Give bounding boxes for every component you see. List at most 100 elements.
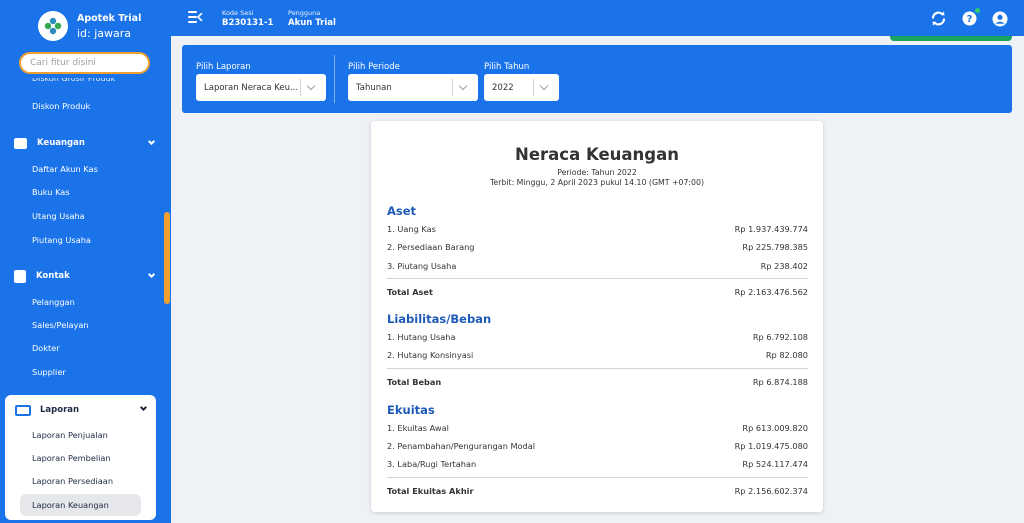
wallet-icon: [14, 137, 27, 149]
report-select-label: Pilih Laporan: [196, 62, 251, 72]
session-value: B230131-1: [222, 18, 274, 28]
sidebar-item-laporan-penjualan[interactable]: Laporan Penjualan: [20, 424, 141, 446]
row-label: 3. Laba/Rugi Tertahan: [387, 459, 477, 469]
sidebar-scrollbar[interactable]: [164, 212, 170, 304]
contact-icon: [14, 269, 26, 283]
sidebar-group-kontak[interactable]: Kontak: [14, 267, 156, 285]
row-label: 3. Piutang Usaha: [387, 261, 457, 271]
report-period: Periode: Tahun 2022: [557, 168, 637, 177]
row-value: Rp 1.937.439.774: [734, 224, 808, 234]
report-select[interactable]: Laporan Neraca Keu...: [196, 74, 326, 101]
total-value: Rp 2.163.476.562: [734, 287, 808, 297]
sidebar-item-sales-pelayan[interactable]: Sales/Pelayan: [32, 320, 89, 330]
section-title-ekuitas: Ekuitas: [387, 403, 435, 417]
report-row: 3. Laba/Rugi Tertahan Rp 524.117.474: [387, 459, 808, 471]
report-row: 2. Hutang Konsinyasi Rp 82.080: [387, 350, 808, 362]
session-label: Kode Sesi: [222, 9, 254, 17]
sidebar-item-laporan-pembelian[interactable]: Laporan Pembelian: [20, 447, 141, 469]
sidebar-item-laporan-persediaan[interactable]: Laporan Persediaan: [20, 470, 141, 492]
session-code: Kode Sesi B230131-1: [222, 9, 273, 28]
sidebar-group-laporan[interactable]: Laporan: [15, 402, 150, 418]
sidebar-item-diskon-produk[interactable]: Diskon Produk: [32, 101, 90, 111]
report-icon: [15, 404, 31, 416]
sidebar-group-laporan-panel: Laporan Laporan Penjualan Laporan Pembel…: [5, 395, 156, 520]
sidebar-item-laporan-keuangan[interactable]: Laporan Keuangan: [20, 494, 141, 516]
search-input[interactable]: [19, 52, 150, 74]
row-value: Rp 82.080: [765, 350, 808, 360]
year-select-label: Pilih Tahun: [484, 62, 530, 72]
divider: [387, 477, 808, 478]
sidebar-item-utang-usaha[interactable]: Utang Usaha: [32, 211, 85, 221]
row-value: Rp 225.798.385: [742, 242, 808, 252]
row-value: Rp 613.009.820: [742, 423, 808, 433]
sidebar-item-supplier[interactable]: Supplier: [32, 367, 66, 377]
report-select-value: Laporan Neraca Keu...: [204, 82, 299, 93]
divider: [387, 368, 808, 369]
report-total-row: Total Beban Rp 6.874.188: [387, 377, 808, 389]
report-title: Neraca Keuangan: [515, 145, 679, 164]
chevron-down-icon: [147, 137, 156, 146]
report-row: 2. Persediaan Barang Rp 225.798.385: [387, 242, 808, 254]
row-value: Rp 6.792.108: [752, 332, 808, 342]
sidebar-item-cut[interactable]: Diskon Grosir Produk: [32, 78, 115, 86]
section-title-liabilitas: Liabilitas/Beban: [387, 312, 492, 326]
row-value: Rp 1.019.475.080: [734, 441, 808, 451]
period-select-value: Tahunan: [356, 82, 392, 93]
report-row: 3. Piutang Usaha Rp 238.402: [387, 261, 808, 273]
sidebar: Apotek Trial id: jawara Diskon Grosir Pr…: [0, 0, 171, 523]
year-select[interactable]: 2022: [484, 74, 559, 101]
sidebar-item-piutang-usaha[interactable]: Piutang Usaha: [32, 235, 91, 245]
divider: [387, 278, 808, 279]
section-title-aset: Aset: [387, 204, 417, 218]
report-total-row: Total Aset Rp 2.163.476.562: [387, 287, 808, 299]
action-button-edge[interactable]: [890, 36, 1012, 41]
row-label: 2. Hutang Konsinyasi: [387, 350, 474, 360]
sidebar-item-dokter[interactable]: Dokter: [32, 343, 60, 353]
sidebar-item-buku-kas[interactable]: Buku Kas: [32, 187, 70, 197]
sidebar-group-label: Laporan: [40, 405, 80, 415]
help-icon[interactable]: ?: [961, 8, 980, 27]
row-label: 1. Uang Kas: [387, 224, 436, 234]
row-value: Rp 238.402: [760, 261, 808, 271]
logo: [38, 11, 68, 41]
report-total-row: Total Ekuitas Akhir Rp 2.156.602.374: [387, 486, 808, 498]
chevron-down-icon: [147, 270, 156, 279]
notification-dot: [975, 8, 980, 13]
menu-collapse-icon[interactable]: [188, 11, 203, 23]
app-name: Apotek Trial: [77, 13, 142, 24]
total-value: Rp 6.874.188: [752, 377, 808, 387]
row-label: 2. Penambahan/Pengurangan Modal: [387, 441, 536, 451]
balance-sheet-report: Neraca Keuangan Periode: Tahun 2022 Terb…: [371, 121, 823, 512]
year-select-value: 2022: [492, 82, 514, 93]
row-label: 2. Persediaan Barang: [387, 242, 475, 252]
report-row: 1. Hutang Usaha Rp 6.792.108: [387, 332, 808, 344]
report-published: Terbit: Minggu, 2 April 2023 pukul 14.10…: [489, 178, 705, 187]
brand: Apotek Trial id: jawara: [0, 0, 171, 50]
filter-divider: [334, 55, 335, 103]
total-value: Rp 2.156.602.374: [734, 486, 808, 496]
svg-text:?: ?: [967, 14, 973, 25]
period-select[interactable]: Tahunan: [348, 74, 478, 101]
total-label: Total Ekuitas Akhir: [387, 486, 474, 496]
sidebar-group-label: Keuangan: [37, 138, 85, 148]
account-icon[interactable]: [991, 10, 1008, 27]
sidebar-item-daftar-akun-kas[interactable]: Daftar Akun Kas: [32, 164, 98, 174]
chevron-down-icon: [139, 403, 148, 412]
row-label: 1. Hutang Usaha: [387, 332, 456, 342]
sidebar-group-keuangan[interactable]: Keuangan: [14, 134, 156, 152]
sidebar-group-label: Kontak: [36, 271, 70, 281]
user-label: Pengguna: [288, 9, 321, 17]
report-filter-bar: Pilih Laporan Laporan Neraca Keu... Pili…: [182, 45, 1012, 113]
row-value: Rp 524.117.474: [742, 459, 808, 469]
sync-icon[interactable]: [930, 10, 947, 27]
report-row: 1. Uang Kas Rp 1.937.439.774: [387, 224, 808, 236]
user-id: id: jawara: [77, 27, 132, 40]
row-label: 1. Ekuitas Awal: [387, 423, 449, 433]
pharmacy-logo-icon: [44, 17, 62, 35]
chevron-down-icon: [306, 81, 316, 91]
current-user: Pengguna Akun Trial: [288, 9, 336, 28]
total-label: Total Beban: [387, 377, 442, 387]
period-select-label: Pilih Periode: [348, 62, 400, 72]
sidebar-item-pelanggan[interactable]: Pelanggan: [32, 297, 75, 307]
user-value: Akun Trial: [288, 18, 336, 28]
